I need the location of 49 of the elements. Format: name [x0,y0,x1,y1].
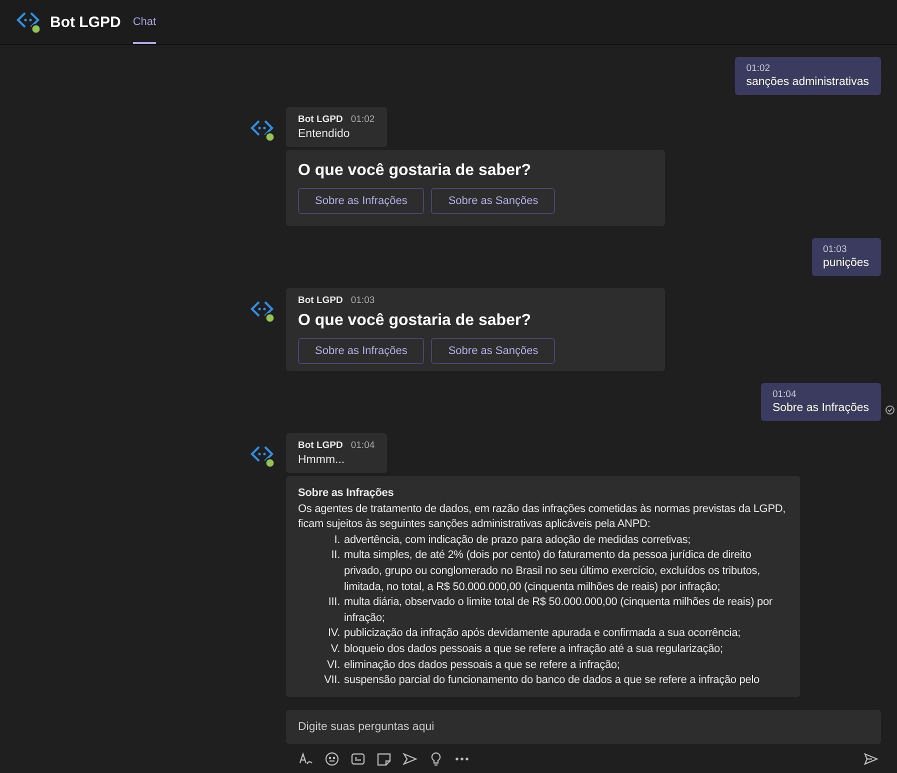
message-time: 01:03 [350,295,375,306]
article-paragraph: Os agentes de tratamento de dados, em razão das infrações cometidas às normas previstas da LGPD, ficam sujeitos às seguintes sanções administrativas aplicáveis pela ANPD: [298,502,787,532]
bot-avatar-icon [250,117,276,143]
list-item-text: multa simples, de até 2% (dois por cento) do faturamento da pessoa jurídica de direito privado, grupo ou conglomerado no Brasil no seu último exercício, excluídos os tributos, limitada, no total, a R$ 50.000.000,00 (cinquenta milhões de reais) por infração; [344,548,762,595]
message-text: punições [822,257,869,269]
list-marker: IV. [327,626,340,642]
list-item-text: suspensão parcial do funcionamento do banco de dados a que se refere a infração pelo [344,673,760,688]
list-item-text: eliminação dos dados pessoais a que se refere a infração; [344,658,621,673]
option-button[interactable]: Sobre as Sanções [431,188,556,214]
message-text: Hmmm... [298,454,346,466]
message-text: Sobre as Infrações [772,402,869,414]
bot-avatar-icon [250,443,276,469]
list-marker: I. [333,532,340,548]
list-item-text: advertência, com indicação de prazo para adoção de medidas corretivas; [344,532,692,548]
chat-tab[interactable]: Chat [132,0,156,44]
list-item-text: multa diária, observado o limite total de R$ 50.000.000,00 (cinquenta milhões de reais) por infração; [344,595,774,626]
sender-name: Bot LGPD [298,295,343,306]
message-time: 01:04 [350,440,375,451]
option-button[interactable]: Sobre as Infrações [298,338,424,364]
article-title: Sobre as Infrações [298,486,395,501]
gif-icon[interactable] [350,751,366,767]
card-question: O que você gostaria de saber? [298,312,532,330]
card-question: O que você gostaria de saber? [298,162,532,180]
list-marker: III. [327,595,340,610]
format-icon[interactable] [298,751,314,767]
bot-avatar-icon [250,298,276,324]
message-text: sanções administrativas [746,76,869,88]
bot-title: Bot LGPD [50,14,121,30]
list-marker: II. [330,548,340,564]
sender-name: Bot LGPD [298,114,343,125]
option-button[interactable]: Sobre as Infrações [298,188,424,214]
arrow-icon[interactable] [402,751,418,767]
send-icon[interactable] [863,751,879,767]
sender-name: Bot LGPD [298,440,343,451]
message-text: Entendido [298,128,351,140]
list-marker: VI. [326,658,340,673]
emoji-icon[interactable] [324,751,340,767]
list-marker: VII. [323,673,340,688]
option-button[interactable]: Sobre as Sanções [431,338,556,364]
bot-avatar-icon [16,9,42,35]
message-time: 01:04 [772,389,798,400]
message-time: 01:02 [746,63,772,74]
sticker-icon[interactable] [376,751,392,767]
list-marker: V. [330,642,340,657]
message-input-field[interactable]: Digite suas perguntas aqui [286,710,881,744]
list-item-text: bloqueio dos dados pessoais a que se refere a infração até a sua regularização; [344,642,724,657]
message-time: 01:03 [822,244,848,255]
list-item-text: publicização da infração após devidamente apurada e confirmada a sua ocorrência; [344,626,742,642]
message-time: 01:02 [350,114,375,125]
